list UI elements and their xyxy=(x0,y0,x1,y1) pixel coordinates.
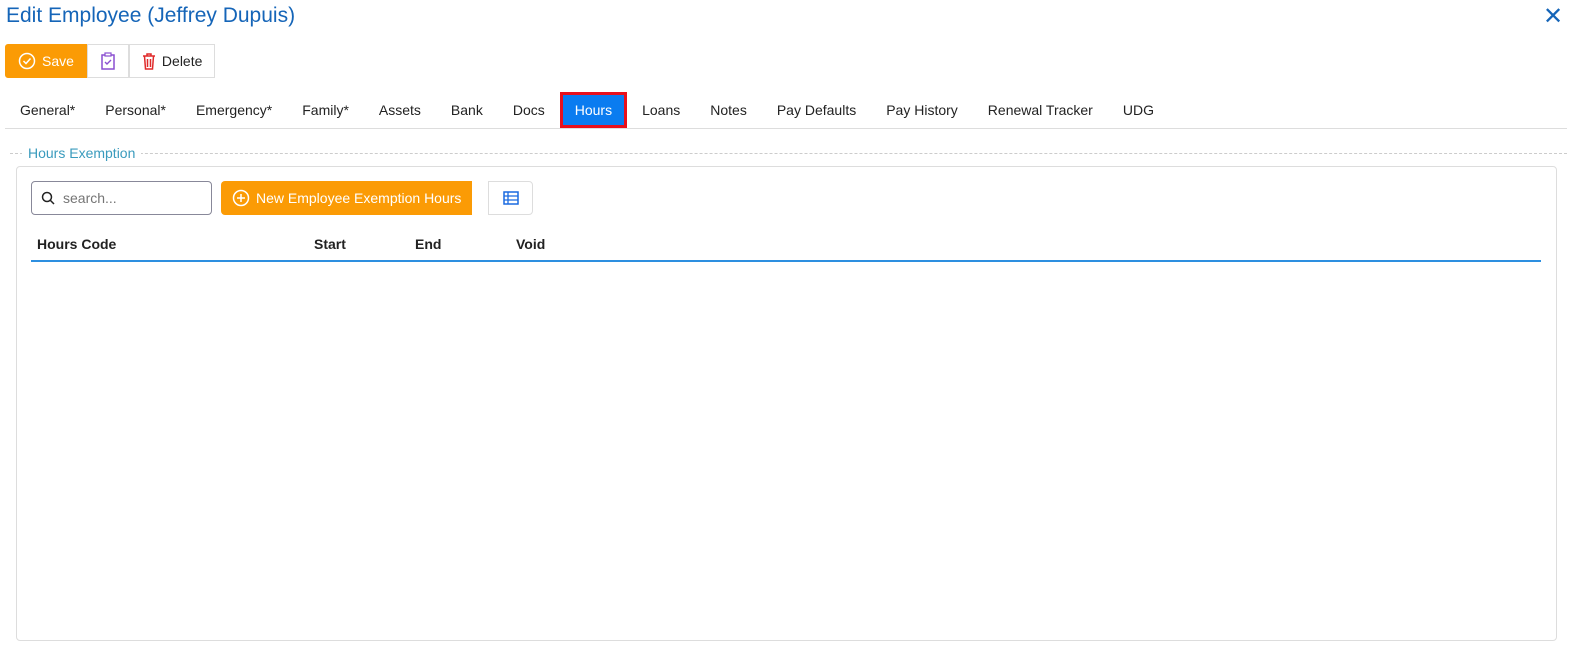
column-header-start[interactable]: Start xyxy=(314,236,346,252)
column-header-end[interactable]: End xyxy=(415,236,441,252)
column-header-hours-code[interactable]: Hours Code xyxy=(37,236,116,252)
new-exemption-hours-button[interactable]: New Employee Exemption Hours xyxy=(221,181,473,215)
tab-family[interactable]: Family* xyxy=(287,92,364,128)
save-label: Save xyxy=(42,53,74,69)
column-header-void[interactable]: Void xyxy=(516,236,545,252)
section-legend: Hours Exemption xyxy=(22,145,142,161)
tab-loans[interactable]: Loans xyxy=(627,92,695,128)
tab-renewal-tracker[interactable]: Renewal Tracker xyxy=(973,92,1108,128)
tab-general[interactable]: General* xyxy=(5,92,90,128)
tab-assets[interactable]: Assets xyxy=(364,92,436,128)
tab-bank[interactable]: Bank xyxy=(436,92,498,128)
table-header: Hours Code Start End Void xyxy=(31,233,1541,262)
new-button-label: New Employee Exemption Hours xyxy=(256,190,462,206)
tab-docs[interactable]: Docs xyxy=(498,92,560,128)
tab-hours[interactable]: Hours xyxy=(559,92,628,128)
tab-pay-defaults[interactable]: Pay Defaults xyxy=(762,92,871,128)
clipboard-check-icon xyxy=(101,52,115,70)
trash-icon xyxy=(142,52,155,70)
check-circle-icon xyxy=(18,52,36,70)
delete-button[interactable]: Delete xyxy=(128,44,216,78)
page-title: Edit Employee (Jeffrey Dupuis) xyxy=(6,4,296,27)
search-box[interactable] xyxy=(31,181,212,215)
close-icon[interactable]: ✕ xyxy=(1543,2,1563,31)
hours-exemption-panel: New Employee Exemption Hours Hours Code … xyxy=(16,166,1557,641)
toolbar: Save Delete xyxy=(5,44,216,78)
clipboard-button[interactable] xyxy=(86,44,129,78)
search-icon xyxy=(41,191,55,205)
tab-bar: General* Personal* Emergency* Family* Assets… xyxy=(5,92,1567,129)
search-input[interactable] xyxy=(63,190,193,206)
section-divider xyxy=(10,153,1567,154)
save-button[interactable]: Save xyxy=(5,44,87,78)
tab-emergency[interactable]: Emergency* xyxy=(181,92,287,128)
plus-circle-icon xyxy=(232,189,250,207)
delete-label: Delete xyxy=(161,53,203,69)
column-chooser-button[interactable] xyxy=(488,181,533,215)
tab-pay-history[interactable]: Pay History xyxy=(871,92,973,128)
tab-udg[interactable]: UDG xyxy=(1108,92,1169,128)
tab-personal[interactable]: Personal* xyxy=(90,92,181,128)
table-icon xyxy=(502,191,519,205)
tab-notes[interactable]: Notes xyxy=(695,92,762,128)
